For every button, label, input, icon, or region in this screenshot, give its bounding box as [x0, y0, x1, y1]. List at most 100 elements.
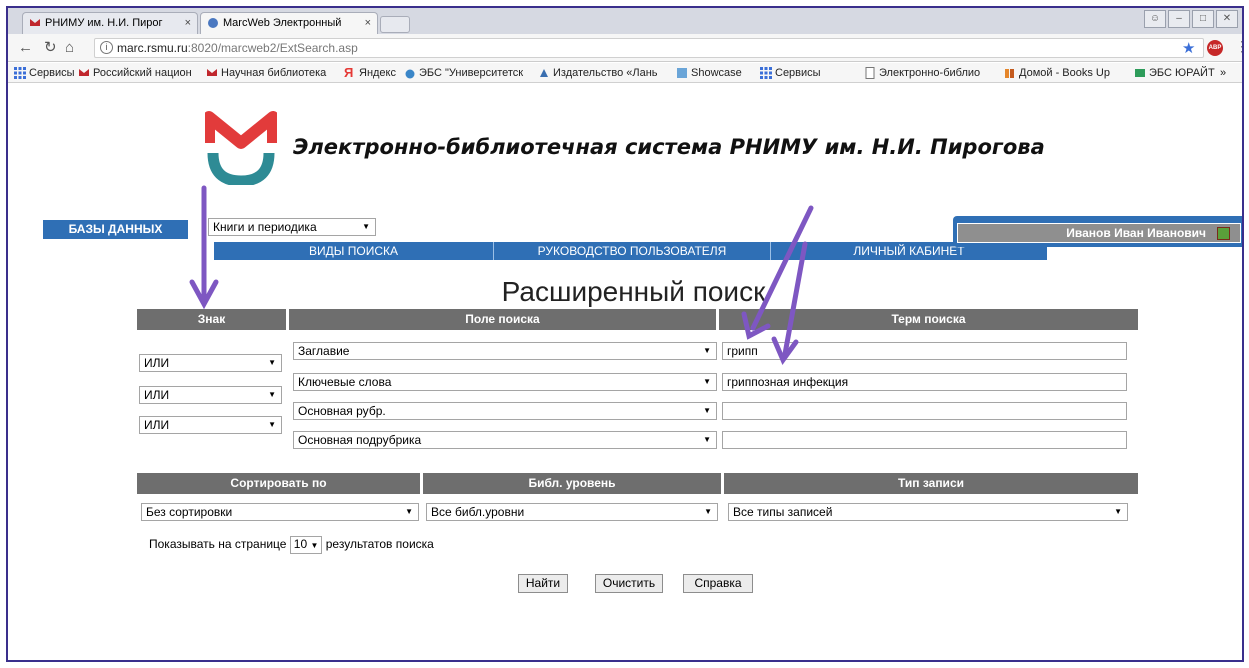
adblock-icon[interactable]: ABP [1207, 40, 1223, 56]
bookmark-item[interactable]: Showcase [674, 63, 742, 82]
books-up-icon [1005, 69, 1014, 78]
site-title: Электронно-библиотечная система РНИМУ им… [293, 135, 1045, 159]
rnimu-favicon-icon [30, 19, 40, 26]
apps-grid-icon [14, 67, 26, 79]
maximize-icon[interactable]: □ [1192, 10, 1214, 28]
bookmark-item[interactable]: Домой - Books Up [1002, 63, 1110, 82]
search-term-input[interactable]: гриппозная инфекция [722, 373, 1127, 391]
help-button[interactable]: Справка [683, 574, 753, 593]
window-controls: ☺ – □ ✕ [1144, 10, 1238, 28]
rnimu-icon [207, 69, 217, 76]
per-page-label: Показывать на странице [149, 537, 287, 551]
user-icon[interactable]: ☺ [1144, 10, 1166, 28]
reload-icon[interactable]: ↻ [44, 39, 57, 57]
database-select[interactable]: Книги и периодика ▼ [208, 218, 376, 236]
dropdown-arrow-icon: ▼ [268, 358, 276, 367]
per-page-row: Показывать на странице 10 ▼ результатов … [149, 536, 434, 554]
browser-menu-icon[interactable]: ⋮ [1235, 38, 1242, 55]
url-input[interactable]: i marc.rsmu.ru:8020/marcweb2/ExtSearch.a… [94, 38, 1204, 58]
address-bar: ← ↻ ⌂ i marc.rsmu.ru:8020/marcweb2/ExtSe… [8, 34, 1242, 62]
record-type-select[interactable]: Все типы записей ▼ [728, 503, 1128, 521]
dropdown-arrow-icon: ▼ [268, 390, 276, 399]
header-sort: Сортировать по [137, 473, 420, 494]
dropdown-arrow-icon: ▼ [703, 377, 711, 386]
page-icon [865, 67, 875, 79]
header-operator: Знак [137, 309, 286, 330]
databases-button[interactable]: БАЗЫ ДАННЫХ [43, 220, 188, 239]
nav-search-types[interactable]: ВИДЫ ПОИСКА [214, 242, 494, 260]
dropdown-arrow-icon: ▼ [362, 222, 370, 231]
dropdown-arrow-icon: ▼ [310, 541, 319, 550]
search-term-input[interactable] [722, 431, 1127, 449]
tab-bar: РНИМУ им. Н.И. Пирог × MarcWeb Электронн… [8, 8, 1242, 34]
bookmark-item[interactable]: Издательство «Лань [536, 63, 658, 82]
dropdown-arrow-icon: ▼ [703, 346, 711, 355]
dropdown-arrow-icon: ▼ [704, 507, 712, 516]
tab-rnimu[interactable]: РНИМУ им. Н.И. Пирог × [22, 12, 198, 34]
header-record-type: Тип записи [724, 473, 1138, 494]
dropdown-arrow-icon: ▼ [405, 507, 413, 516]
search-term-input[interactable]: грипп [722, 342, 1127, 360]
search-field-select[interactable]: Основная рубр. ▼ [293, 402, 717, 420]
tab-title: MarcWeb Электронный [223, 17, 342, 29]
find-button[interactable]: Найти [518, 574, 568, 593]
bookmark-item[interactable]: Я Яндекс [342, 63, 396, 82]
search-field-select[interactable]: Ключевые слова ▼ [293, 373, 717, 391]
sort-select[interactable]: Без сортировки ▼ [141, 503, 419, 521]
rnimu-logo-icon [205, 111, 277, 185]
close-tab-icon[interactable]: × [185, 13, 191, 33]
search-field-select[interactable]: Заглавие ▼ [293, 342, 717, 360]
close-window-icon[interactable]: ✕ [1216, 10, 1238, 28]
dropdown-arrow-icon: ▼ [703, 435, 711, 444]
url-path: :8020/marcweb2/ExtSearch.asp [187, 41, 358, 55]
bookmark-star-icon[interactable]: ★ [1182, 39, 1195, 57]
dropdown-arrow-icon: ▼ [268, 420, 276, 429]
page-title: Расширенный поиск [501, 276, 766, 307]
marcweb-favicon-icon [208, 18, 218, 28]
annotation-arrows [189, 185, 814, 366]
bookmark-item[interactable]: Научная библиотека [204, 63, 326, 82]
bookmarks-overflow[interactable]: » [1220, 63, 1226, 82]
dropdown-arrow-icon: ▼ [1114, 507, 1122, 516]
yandex-icon: Я [344, 65, 354, 80]
url-host: marc.rsmu.ru [117, 41, 188, 55]
bookmark-item[interactable]: Сервисы [758, 63, 821, 82]
bookmark-item[interactable]: Российский национ [76, 63, 192, 82]
operator-select[interactable]: ИЛИ ▼ [139, 354, 282, 372]
user-panel: Иванов Иван Иванович [953, 216, 1242, 247]
operator-select[interactable]: ИЛИ ▼ [139, 416, 282, 434]
browser-window: РНИМУ им. Н.И. Пирог × MarcWeb Электронн… [6, 6, 1244, 662]
new-tab-button[interactable] [380, 16, 410, 33]
user-name: Иванов Иван Иванович [957, 223, 1241, 243]
header-term: Терм поиска [719, 309, 1138, 330]
tab-title: РНИМУ им. Н.И. Пирог [45, 17, 163, 29]
bookmark-item[interactable]: Электронно-библио [862, 63, 980, 82]
per-page-select[interactable]: 10 ▼ [289, 536, 323, 554]
operator-select[interactable]: ИЛИ ▼ [139, 386, 282, 404]
bookmark-item[interactable]: Сервисы [12, 63, 75, 82]
main-nav: ВИДЫ ПОИСКА РУКОВОДСТВО ПОЛЬЗОВАТЕЛЯ ЛИЧ… [214, 242, 1047, 260]
bookmark-item[interactable]: ЭБС ЮРАЙТ [1132, 63, 1215, 82]
header-bibl-level: Библ. уровень [423, 473, 721, 494]
logout-icon[interactable] [1217, 227, 1230, 240]
dropdown-arrow-icon: ▼ [703, 406, 711, 415]
minimize-icon[interactable]: – [1168, 10, 1190, 28]
info-icon[interactable]: i [100, 41, 113, 54]
bibl-level-select[interactable]: Все библ.уровни ▼ [426, 503, 718, 521]
home-icon[interactable]: ⌂ [65, 39, 74, 57]
nav-user-guide[interactable]: РУКОВОДСТВО ПОЛЬЗОВАТЕЛЯ [494, 242, 771, 260]
header-field: Поле поиска [289, 309, 716, 330]
rnimu-icon [79, 69, 89, 76]
close-tab-icon[interactable]: × [365, 13, 371, 33]
lan-icon [540, 69, 548, 77]
bookmark-item[interactable]: ЭБС "Университетск [402, 63, 523, 82]
bookmarks-bar: Сервисы Российский национ Научная библио… [8, 63, 1242, 83]
back-icon[interactable]: ← [18, 39, 33, 57]
cloud-icon [405, 69, 415, 79]
showcase-icon [677, 68, 687, 78]
tab-marcweb[interactable]: MarcWeb Электронный × [200, 12, 378, 34]
clear-button[interactable]: Очистить [595, 574, 663, 593]
search-field-select[interactable]: Основная подрубрика ▼ [293, 431, 717, 449]
urait-icon [1135, 69, 1145, 77]
search-term-input[interactable] [722, 402, 1127, 420]
